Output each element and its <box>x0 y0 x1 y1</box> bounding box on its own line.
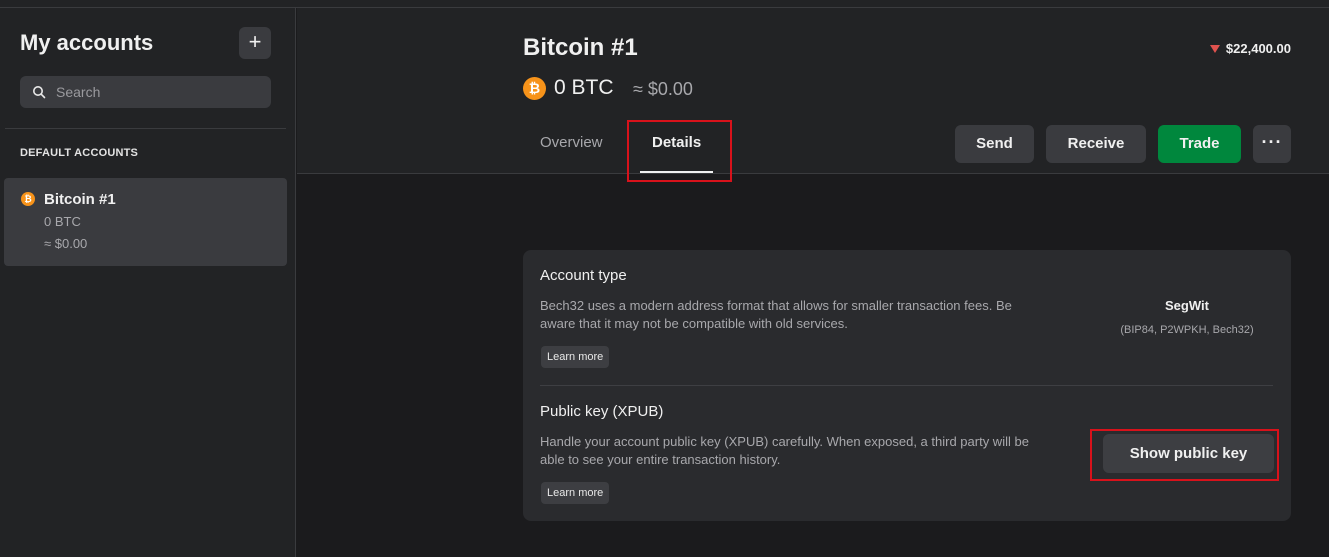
account-type-description: Bech32 uses a modern address format that… <box>540 298 1012 331</box>
bitcoin-icon: ₿ <box>523 77 546 100</box>
section-label-default-accounts: DEFAULT ACCOUNTS <box>20 147 139 159</box>
price-change: $22,400.00 <box>1209 41 1291 56</box>
sidebar-account-bitcoin-1[interactable]: ₿ Bitcoin #1 0 BTC ≈ $0.00 <box>4 178 287 266</box>
send-button[interactable]: Send <box>955 125 1034 163</box>
details-card: Account type Bech32 uses a modern addres… <box>523 250 1291 521</box>
page-title: Bitcoin #1 <box>523 34 638 61</box>
highlight-box-show-public-key <box>1090 429 1279 481</box>
receive-button[interactable]: Receive <box>1046 125 1146 163</box>
bitcoin-icon: ₿ <box>21 192 35 206</box>
fiat-balance: ≈ $0.00 <box>633 79 693 99</box>
search-icon <box>33 86 46 99</box>
price-change-value: $22,400.00 <box>1225 41 1291 56</box>
trade-button[interactable]: Trade <box>1158 125 1241 163</box>
card-divider <box>540 385 1273 386</box>
account-type-title: Account type <box>540 267 627 284</box>
account-name: Bitcoin #1 <box>44 191 116 208</box>
learn-more-public-key-button[interactable]: Learn more <box>541 482 610 504</box>
search-box[interactable] <box>20 76 271 108</box>
account-header: Bitcoin #1 $22,400.00 ₿ 0 BTC ≈ $0.00 Ov… <box>297 8 1329 182</box>
tab-overview[interactable]: Overview <box>540 134 603 151</box>
window-top-bar <box>0 0 1329 8</box>
account-balance: 0 BTC <box>44 214 81 229</box>
highlight-box-details-tab <box>627 120 732 182</box>
sidebar-title: My accounts <box>20 30 154 55</box>
learn-more-account-type-button[interactable]: Learn more <box>541 346 610 368</box>
account-type-value: SegWit <box>1165 298 1209 313</box>
sidebar: My accounts + DEFAULT ACCOUNTS ₿ Bitcoin… <box>0 8 296 557</box>
more-options-button[interactable]: ··· <box>1253 125 1291 163</box>
add-account-button[interactable]: + <box>239 27 271 59</box>
sidebar-divider <box>5 128 286 129</box>
arrow-down-icon <box>1209 45 1220 53</box>
crypto-balance: 0 BTC <box>554 76 614 99</box>
account-type-subtext: (BIP84, P2WPKH, Bech32) <box>1120 324 1254 336</box>
public-key-description: Handle your account public key (XPUB) ca… <box>540 434 1029 467</box>
search-input[interactable] <box>56 76 256 108</box>
public-key-title: Public key (XPUB) <box>540 403 664 420</box>
account-fiat-balance: ≈ $0.00 <box>44 236 88 251</box>
